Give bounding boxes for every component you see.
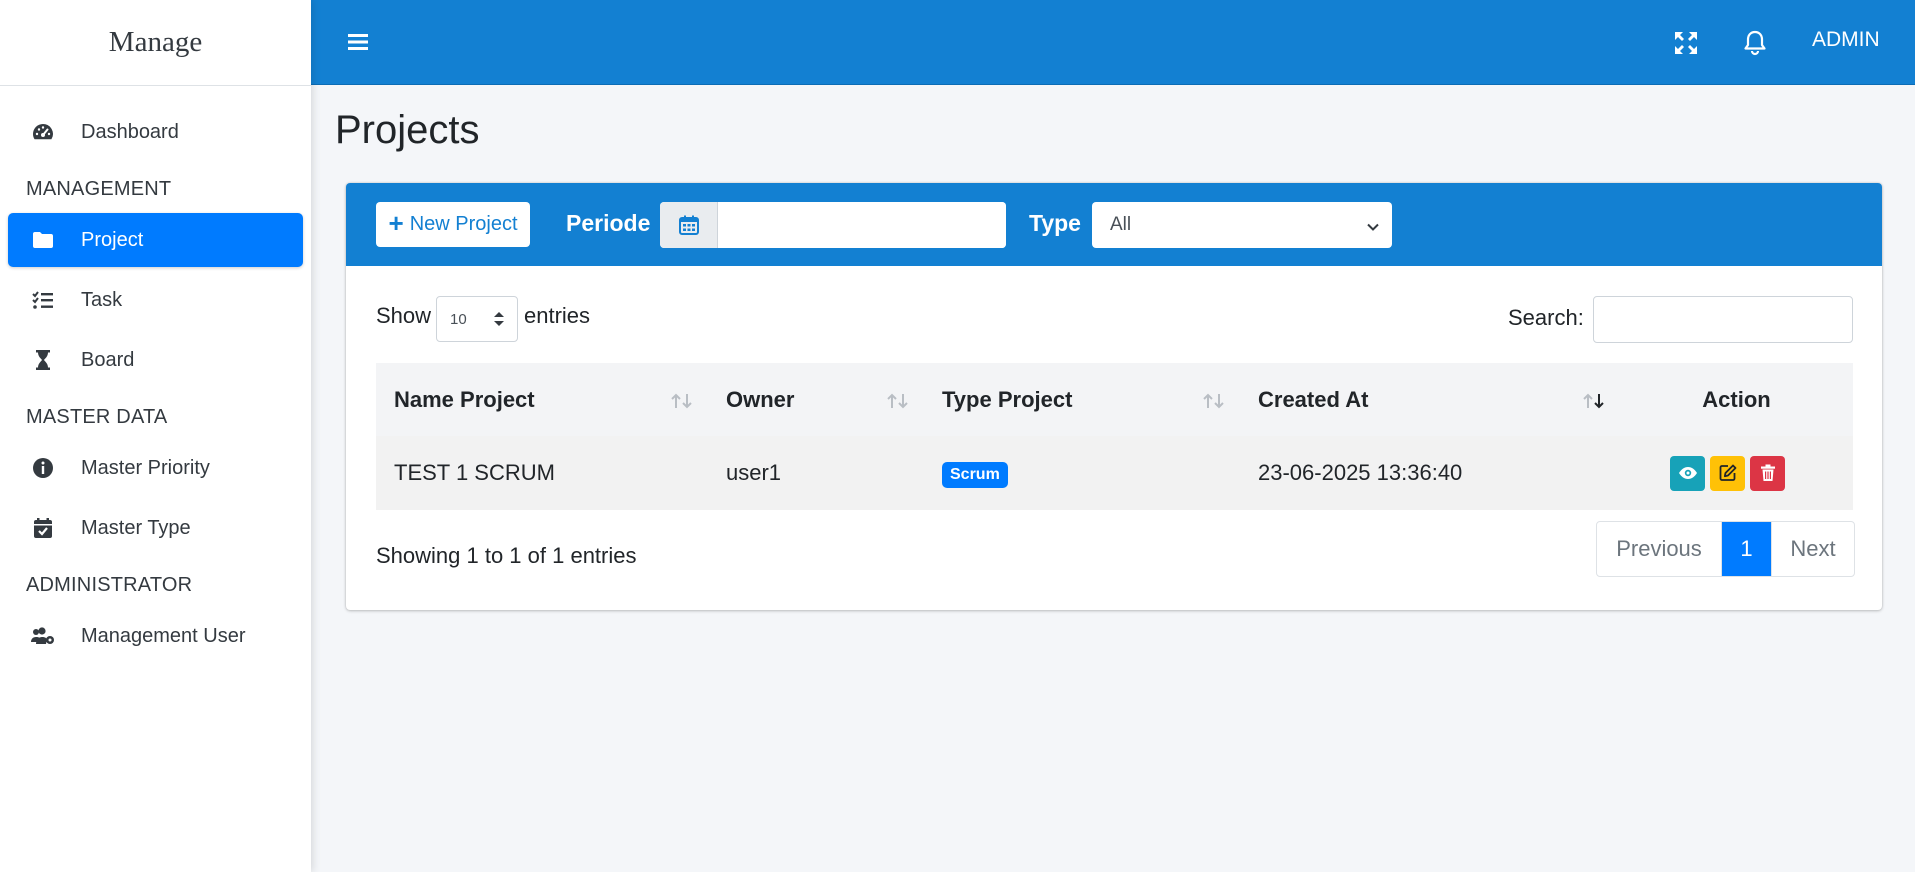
users-cog-icon (30, 623, 56, 649)
header-label: Owner (726, 386, 795, 412)
header-label: Type Project (942, 386, 1073, 412)
sidebar-item-label: Master Type (81, 516, 191, 539)
plus-icon: + (388, 208, 404, 238)
previous-page-button[interactable]: Previous (1597, 522, 1722, 576)
edit-button[interactable] (1710, 455, 1745, 491)
sidebar-item-master-type[interactable]: Master Type (8, 501, 303, 555)
info-circle-icon (30, 455, 56, 481)
nav-header-administrator: ADMINISTRATOR (26, 573, 193, 596)
cell-name-project: TEST 1 SCRUM (394, 460, 555, 485)
sidebar-nav: Dashboard MANAGEMENT Project Task Board … (0, 86, 311, 663)
brand[interactable]: Manage (0, 0, 311, 86)
view-button[interactable] (1670, 455, 1705, 491)
calendar-icon[interactable] (660, 202, 718, 248)
table-info: Showing 1 to 1 of 1 entries (376, 543, 637, 568)
sort-icon (886, 389, 910, 415)
tachometer-icon (30, 119, 56, 145)
header-label: Name Project (394, 386, 535, 412)
entries-select-value: 10 (450, 310, 467, 328)
type-select-value: All (1110, 214, 1132, 235)
search-label: Search: (1508, 305, 1584, 330)
column-header-type-project[interactable]: Type Project (924, 363, 1240, 436)
sidebar-item-task[interactable]: Task (8, 273, 303, 327)
sidebar-item-label: Management User (81, 624, 246, 647)
sort-desc-icon (1582, 389, 1606, 415)
column-header-action: Action (1620, 363, 1853, 436)
hourglass-icon (30, 347, 56, 373)
fullscreen-icon[interactable] (1672, 29, 1700, 57)
cell-created-at: 23-06-2025 13:36:40 (1258, 460, 1463, 485)
header-label: Created At (1258, 386, 1369, 412)
table-header-row: Name Project Owner Type Project Created … (376, 363, 1853, 436)
sidebar-item-management-user[interactable]: Management User (8, 609, 303, 663)
sidebar-item-master-priority[interactable]: Master Priority (8, 441, 303, 495)
folder-icon (30, 227, 56, 253)
chevron-down-icon (1366, 218, 1380, 240)
brand-title: Manage (108, 26, 203, 58)
sidebar-item-label: Project (81, 228, 144, 251)
cell-owner: user1 (726, 460, 782, 485)
bell-icon[interactable] (1741, 29, 1769, 57)
nav-header-management: MANAGEMENT (26, 177, 172, 200)
sort-icon (670, 389, 694, 415)
projects-card: + New Project Periode Type All Show 10 e… (346, 183, 1882, 610)
show-label: Show (376, 303, 432, 328)
new-project-button[interactable]: + New Project (376, 202, 530, 247)
delete-button[interactable] (1750, 455, 1785, 491)
column-header-created-at[interactable]: Created At (1240, 363, 1620, 436)
page-1-button[interactable]: 1 (1722, 522, 1771, 576)
cell-type-project: Scrum (924, 436, 1240, 510)
entries-label: entries (524, 303, 591, 328)
sort-caret-icon (493, 310, 505, 332)
sidebar-item-dashboard[interactable]: Dashboard (8, 105, 303, 159)
card-header-filters: + New Project Periode Type All (346, 183, 1882, 266)
sidebar-item-label: Dashboard (81, 120, 179, 143)
periode-label: Periode (566, 210, 651, 236)
new-project-label: New Project (409, 213, 518, 235)
topbar: ADMIN (311, 0, 1915, 85)
entries-select[interactable]: 10 (436, 296, 518, 342)
type-label: Type (1029, 210, 1081, 236)
type-select[interactable]: All (1092, 202, 1392, 248)
periode-field (660, 202, 1006, 248)
user-menu[interactable]: ADMIN (1812, 28, 1880, 52)
calendar-check-icon (30, 515, 56, 541)
nav-header-master-data: MASTER DATA (26, 405, 168, 428)
column-header-owner[interactable]: Owner (708, 363, 924, 436)
sidebar-item-project[interactable]: Project (8, 213, 303, 267)
type-badge: Scrum (942, 461, 1008, 488)
sidebar-item-label: Master Priority (81, 456, 210, 479)
next-page-button[interactable]: Next (1771, 522, 1854, 576)
projects-table: Name Project Owner Type Project Created … (376, 363, 1853, 510)
hamburger-menu-icon[interactable] (346, 29, 372, 55)
tasks-icon (30, 287, 56, 313)
eye-icon (1678, 467, 1697, 479)
sort-icon (1202, 389, 1226, 415)
sidebar-item-label: Board (81, 348, 135, 371)
trash-icon (1760, 464, 1775, 481)
table-row: TEST 1 SCRUM user1 Scrum 23-06-2025 13:3… (376, 436, 1853, 510)
sidebar: Manage Dashboard MANAGEMENT Project Task (0, 0, 311, 872)
sidebar-item-board[interactable]: Board (8, 333, 303, 387)
periode-input[interactable] (718, 202, 1006, 248)
sidebar-item-label: Task (81, 288, 123, 311)
header-label: Action (1702, 386, 1771, 412)
pagination: Previous 1 Next (1596, 521, 1855, 577)
page-title: Projects (335, 108, 480, 152)
edit-icon (1719, 464, 1736, 481)
column-header-name-project[interactable]: Name Project (376, 363, 708, 436)
cell-actions (1620, 436, 1853, 510)
search-input[interactable] (1593, 296, 1853, 343)
